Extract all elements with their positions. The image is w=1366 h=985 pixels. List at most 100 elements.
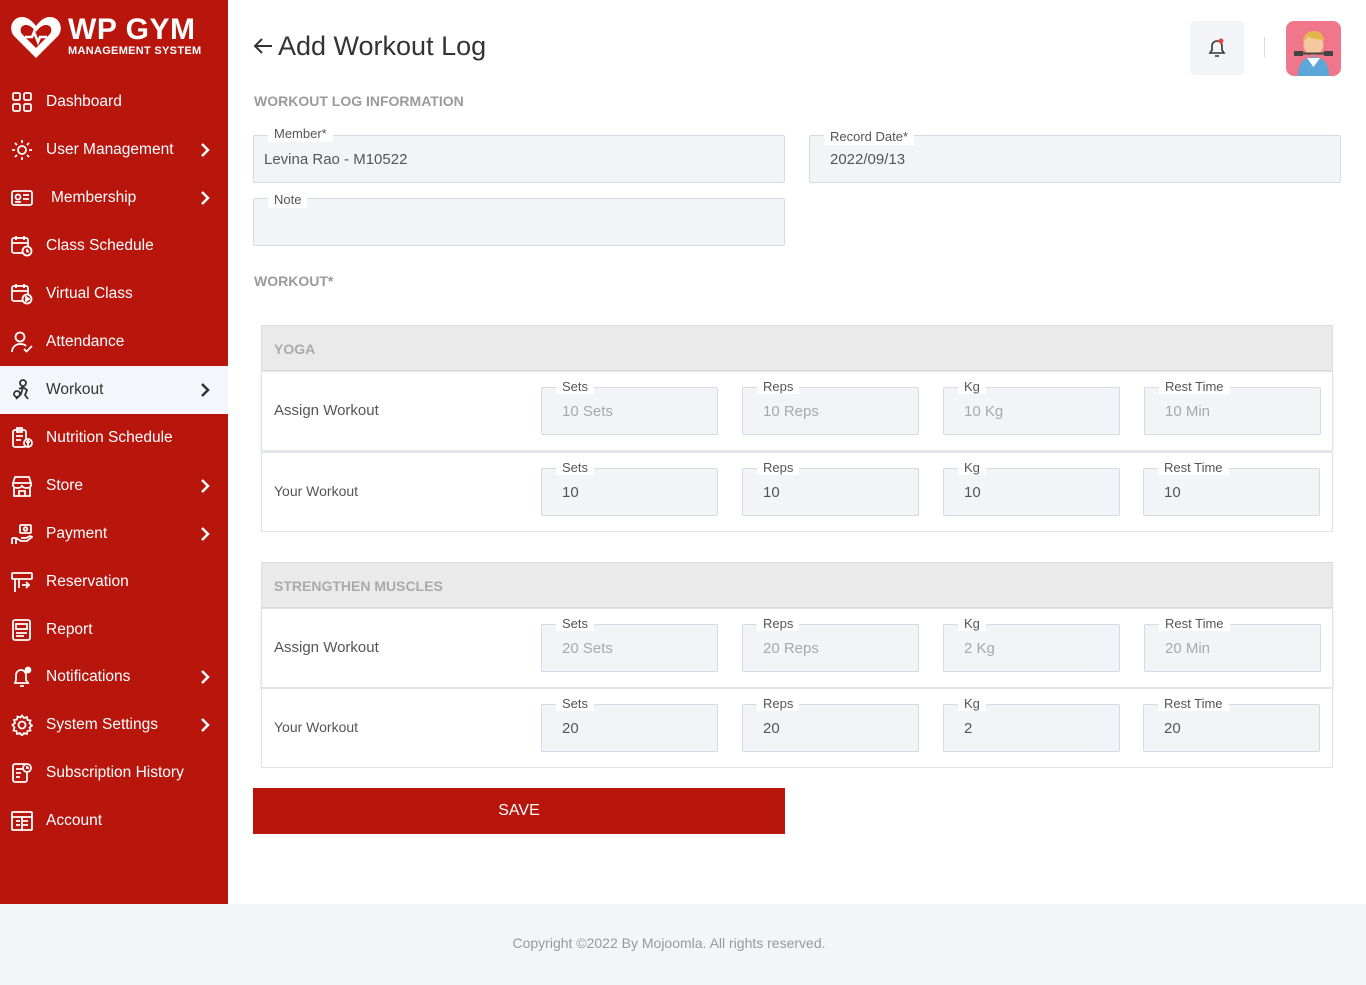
assigned-rest-field[interactable]: Rest Time (1144, 617, 1321, 672)
assigned-kg-field[interactable]: Kg (943, 380, 1120, 435)
assigned-kg-field[interactable]: Kg (943, 617, 1120, 672)
your-rest-field[interactable]: Rest Time (1143, 461, 1320, 516)
footer: Copyright ©2022 By Mojoomla. All rights … (0, 904, 1366, 985)
assigned-reps-field[interactable]: Reps (742, 380, 919, 435)
sidebar-item-label: Membership (51, 189, 137, 206)
your-sets-input[interactable] (542, 469, 717, 515)
assigned-kg-input[interactable] (944, 625, 1119, 671)
gear-icon (11, 714, 34, 737)
your-kg-input[interactable] (944, 469, 1119, 515)
sidebar-item-label: Account (46, 812, 103, 829)
brand-title: WP GYM (68, 13, 196, 46)
calendar-video-icon (11, 283, 33, 305)
row-label: Your Workout (274, 483, 359, 499)
chevron-right-icon (201, 527, 210, 541)
sidebar-nav: Dashboard User Management Membership Cla… (0, 78, 228, 845)
sidebar-item-account[interactable]: Account (0, 797, 228, 845)
sidebar-item-user-management[interactable]: User Management (0, 126, 228, 174)
workout-name: YOGA (274, 341, 316, 357)
member-field[interactable]: Member* (253, 126, 785, 183)
your-workout-row: Your Workout Sets Reps Kg Rest Time (261, 452, 1333, 532)
assign-workout-row: Assign Workout Sets Reps Kg Rest Time (261, 371, 1333, 451)
record-date-input[interactable] (810, 136, 1340, 182)
assigned-kg-input[interactable] (944, 388, 1119, 434)
member-input[interactable] (254, 136, 784, 182)
assigned-reps-field[interactable]: Reps (742, 617, 919, 672)
sidebar-item-attendance[interactable]: Attendance (0, 318, 228, 366)
assigned-reps-input[interactable] (743, 388, 918, 434)
copyright-text: Copyright ©2022 By Mojoomla. All rights … (512, 935, 826, 951)
subscription-history-icon (11, 762, 33, 784)
your-sets-input[interactable] (542, 705, 717, 751)
record-date-field[interactable]: Record Date* (809, 129, 1341, 183)
your-rest-input[interactable] (1144, 469, 1319, 515)
your-sets-field[interactable]: Sets (541, 461, 718, 516)
users-gear-icon (11, 139, 33, 161)
avatar[interactable] (1286, 21, 1341, 76)
sidebar-item-report[interactable]: Report (0, 606, 228, 653)
your-reps-field[interactable]: Reps (742, 461, 919, 516)
assigned-sets-field[interactable]: Sets (541, 380, 718, 435)
your-reps-input[interactable] (743, 469, 918, 515)
sidebar-item-nutrition-schedule[interactable]: Nutrition Schedule (0, 414, 228, 462)
reservation-icon (11, 571, 33, 593)
sidebar-item-label: Store (46, 477, 84, 494)
brand-logo[interactable]: WP GYM MANAGEMENT SYSTEM (10, 12, 220, 62)
assigned-sets-field[interactable]: Sets (541, 617, 718, 672)
assigned-sets-input[interactable] (542, 388, 717, 434)
chevron-right-icon (201, 718, 210, 732)
sidebar-item-workout[interactable]: Workout (0, 366, 228, 414)
account-icon (11, 810, 33, 832)
arrow-left-icon[interactable] (252, 36, 274, 56)
payment-hand-icon (11, 523, 34, 545)
heart-logo-icon (11, 17, 61, 58)
sidebar-item-membership[interactable]: Membership (0, 174, 228, 222)
sidebar-item-store[interactable]: Store (0, 462, 228, 510)
page-header: Add Workout Log (252, 28, 486, 64)
your-rest-input[interactable] (1144, 705, 1319, 751)
your-reps-field[interactable]: Reps (742, 697, 919, 752)
your-kg-input[interactable] (944, 705, 1119, 751)
assigned-rest-field[interactable]: Rest Time (1144, 380, 1321, 435)
sidebar-item-label: Workout (46, 381, 104, 398)
notification-bell-button[interactable] (1190, 21, 1244, 75)
assigned-sets-input[interactable] (542, 625, 717, 671)
your-rest-field[interactable]: Rest Time (1143, 697, 1320, 752)
sidebar-item-virtual-class[interactable]: Virtual Class (0, 270, 228, 318)
sidebar-item-label: Notifications (46, 668, 131, 685)
your-kg-field[interactable]: Kg (943, 461, 1120, 516)
workout-icon (11, 379, 33, 401)
sidebar-item-subscription-history[interactable]: Subscription History (0, 749, 228, 797)
assigned-reps-input[interactable] (743, 625, 918, 671)
sidebar-item-system-settings[interactable]: System Settings (0, 701, 228, 749)
note-input[interactable] (254, 199, 784, 245)
your-sets-field[interactable]: Sets (541, 697, 718, 752)
assigned-rest-input[interactable] (1145, 388, 1320, 434)
sidebar: WP GYM MANAGEMENT SYSTEM Dashboard User … (0, 0, 228, 904)
chevron-right-icon (201, 670, 210, 684)
assigned-rest-input[interactable] (1145, 625, 1320, 671)
header-divider (1264, 37, 1265, 57)
note-field[interactable]: Note (253, 192, 785, 246)
nutrition-clipboard-icon (11, 427, 33, 449)
sidebar-item-label: Dashboard (46, 93, 122, 110)
bell-icon (1208, 38, 1226, 57)
sidebar-item-notifications[interactable]: Notifications (0, 653, 228, 701)
save-button[interactable]: SAVE (253, 788, 785, 834)
chevron-right-icon (201, 479, 210, 493)
sidebar-item-label: Subscription History (46, 764, 184, 781)
sidebar-item-label: Virtual Class (46, 285, 133, 302)
sidebar-item-dashboard[interactable]: Dashboard (0, 78, 228, 126)
calendar-clock-icon (11, 235, 33, 257)
sidebar-item-reservation[interactable]: Reservation (0, 558, 228, 606)
sidebar-item-class-schedule[interactable]: Class Schedule (0, 222, 228, 270)
sidebar-item-label: Nutrition Schedule (46, 429, 173, 446)
bell-icon (11, 666, 33, 688)
your-reps-input[interactable] (743, 705, 918, 751)
main-content: Add Workout Log WORKOUT LOG INFORMATION … (228, 0, 1366, 904)
row-label: Your Workout (274, 719, 359, 735)
sidebar-item-label: Reservation (46, 573, 129, 590)
your-kg-field[interactable]: Kg (943, 697, 1120, 752)
sidebar-item-label: Payment (46, 525, 108, 542)
sidebar-item-payment[interactable]: Payment (0, 510, 228, 558)
